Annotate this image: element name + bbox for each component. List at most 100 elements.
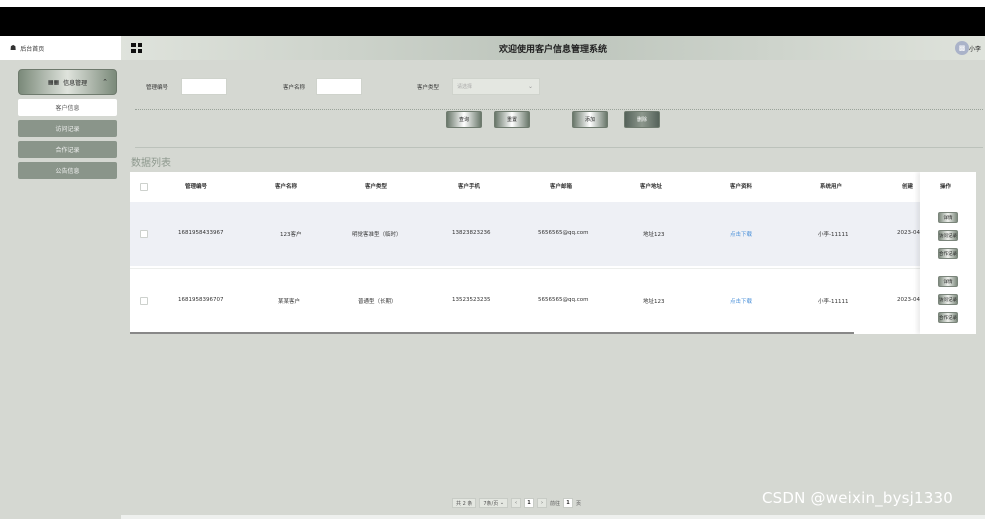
col-header-user: 系统用户 [820,184,843,190]
goto-label: 前往 [550,500,561,507]
horizontal-scrollbar[interactable] [130,332,854,334]
pagination: 共 2 条 7条/页 ⌄ ‹ 1 › 前往 1 页 [452,498,581,508]
list-title: 数据列表 [131,158,171,169]
add-button[interactable]: 添加 [572,111,608,128]
type-select-placeholder: 请选择 [457,84,473,90]
top-margin [0,0,995,7]
query-button-label: 查询 [458,117,469,123]
cell-code: 1681958396707 [178,297,224,303]
header-bar: 欢迎使用客户信息管理系统 ▩ 小李 [121,36,985,60]
col-header-phone: 客户手机 [458,184,481,190]
row-checkbox[interactable] [140,297,148,305]
reset-button[interactable]: 重置 [494,111,530,128]
coop-record-button[interactable]: 合作记录 [938,312,958,323]
page-title: 欢迎使用客户信息管理系统 [498,44,607,55]
bottom-strip [121,515,985,519]
sidebar-item-visit-records[interactable]: 访问记录 [18,120,117,137]
sidebar-item-label: 访问记录 [55,126,80,133]
cell-type: 普通型（长期） [358,299,397,305]
next-page-button[interactable]: › [537,498,548,508]
sidebar-menu-group[interactable]: ▦▦ 信息管理 ⌃ [18,69,117,95]
detail-button[interactable]: 详情 [938,276,958,287]
sidebar-home-link[interactable]: ☗ 后台首页 [0,36,121,60]
label-name: 客户名称 [283,85,306,91]
sidebar-item-announcements[interactable]: 公告信息 [18,162,117,179]
col-header-name: 客户名称 [275,184,298,190]
sidebar: ☗ 后台首页 ▦▦ 信息管理 ⌃ 客户信息 访问记录 合作记录 公告信息 [0,36,121,519]
prev-page-button[interactable]: ‹ [511,498,522,508]
section-divider [135,147,983,148]
code-input[interactable] [181,78,227,95]
detail-button-label: 详情 [943,279,953,285]
cell-type: 明觉客准型（临时） [352,232,402,238]
grid-small-icon: ▦▦ [47,78,60,86]
username[interactable]: 小李 [969,44,981,53]
cell-phone: 13823823236 [452,230,491,236]
sidebar-item-label: 合作记录 [55,147,80,154]
type-select[interactable]: 请选择 ⌄ [452,78,540,95]
delete-button[interactable]: 删除 [624,111,660,128]
sidebar-menu-group-label: 信息管理 [63,79,88,87]
cell-created: 2023-04- [897,230,922,236]
download-link[interactable]: 点击下载 [730,297,752,305]
col-header-created: 创建 [902,184,914,190]
coop-record-button-label: 合作记录 [939,251,957,257]
data-table: 管理编号 客户名称 客户类型 客户手机 客户邮箱 客户地址 客户资料 系统用户 … [130,172,976,334]
add-button-label: 添加 [584,117,595,123]
divider [135,109,983,110]
coop-record-button-label: 合作记录 [939,315,957,321]
sidebar-item-label: 公告信息 [55,168,80,175]
col-header-code: 管理编号 [185,184,208,190]
avatar[interactable]: ▩ [955,41,969,55]
detail-button[interactable]: 详情 [938,212,958,223]
table-row[interactable]: 1681958433967 123客户 明觉客准型（临时） 1382382323… [130,202,976,266]
cell-user: 小李-11111 [818,232,849,238]
visit-record-button[interactable]: 访问记录 [938,294,958,305]
reset-button-label: 重置 [506,117,517,123]
goto-input[interactable]: 1 [563,498,574,508]
chevron-up-icon: ⌃ [102,78,108,86]
page-suffix: 页 [576,500,582,507]
col-header-type: 客户类型 [365,184,388,190]
detail-button-label: 详情 [943,215,953,221]
select-all-checkbox[interactable] [140,183,148,191]
label-type: 客户类型 [417,85,440,91]
page-number[interactable]: 1 [524,498,535,508]
browser-top-bar [0,7,985,36]
col-header-file: 客户资料 [730,184,753,190]
table-header: 管理编号 客户名称 客户类型 客户手机 客户邮箱 客户地址 客户资料 系统用户 … [130,172,976,202]
cell-created: 2023-04- [897,297,922,303]
download-link[interactable]: 点击下载 [730,230,752,238]
delete-button-label: 删除 [636,117,647,123]
cell-address: 地址123 [643,299,665,305]
watermark: CSDN @weixin_bysj1330 [762,489,954,507]
query-button[interactable]: 查询 [446,111,482,128]
col-header-ops: 操作 [940,184,952,190]
table-row[interactable]: 1681958396707 某某客户 普通型（长期） 13523523235 5… [130,268,976,332]
sidebar-home-label: 后台首页 [20,45,45,53]
col-header-address: 客户地址 [640,184,663,190]
col-header-email: 客户邮箱 [550,184,573,190]
page-size-select[interactable]: 7条/页 ⌄ [479,498,509,508]
home-icon: ☗ [10,44,17,52]
pager-total: 共 2 条 [452,498,477,508]
sidebar-item-cooperation-records[interactable]: 合作记录 [18,141,117,158]
visit-record-button[interactable]: 访问记录 [938,230,958,241]
sidebar-item-customer-info[interactable]: 客户信息 [18,99,117,116]
cell-name: 123客户 [280,232,302,238]
page-size-label: 7条/页 [483,500,499,507]
coop-record-button[interactable]: 合作记录 [938,248,958,259]
cell-user: 小李-11111 [818,299,849,305]
row-checkbox[interactable] [140,230,148,238]
cell-code: 1681958433967 [178,230,224,236]
chevron-down-icon: ⌄ [527,83,533,90]
cell-name: 某某客户 [278,299,301,305]
label-code: 管理编号 [146,85,169,91]
cell-email: 5656565@qq.com [538,297,589,303]
cell-address: 地址123 [643,232,665,238]
sidebar-item-label: 客户信息 [55,105,80,112]
name-input[interactable] [316,78,362,95]
visit-record-button-label: 访问记录 [939,233,957,239]
operations-column: 操作 详情 访问记录 合作记录 详情 访问记录 合作记录 [920,172,976,334]
visit-record-button-label: 访问记录 [939,297,957,303]
